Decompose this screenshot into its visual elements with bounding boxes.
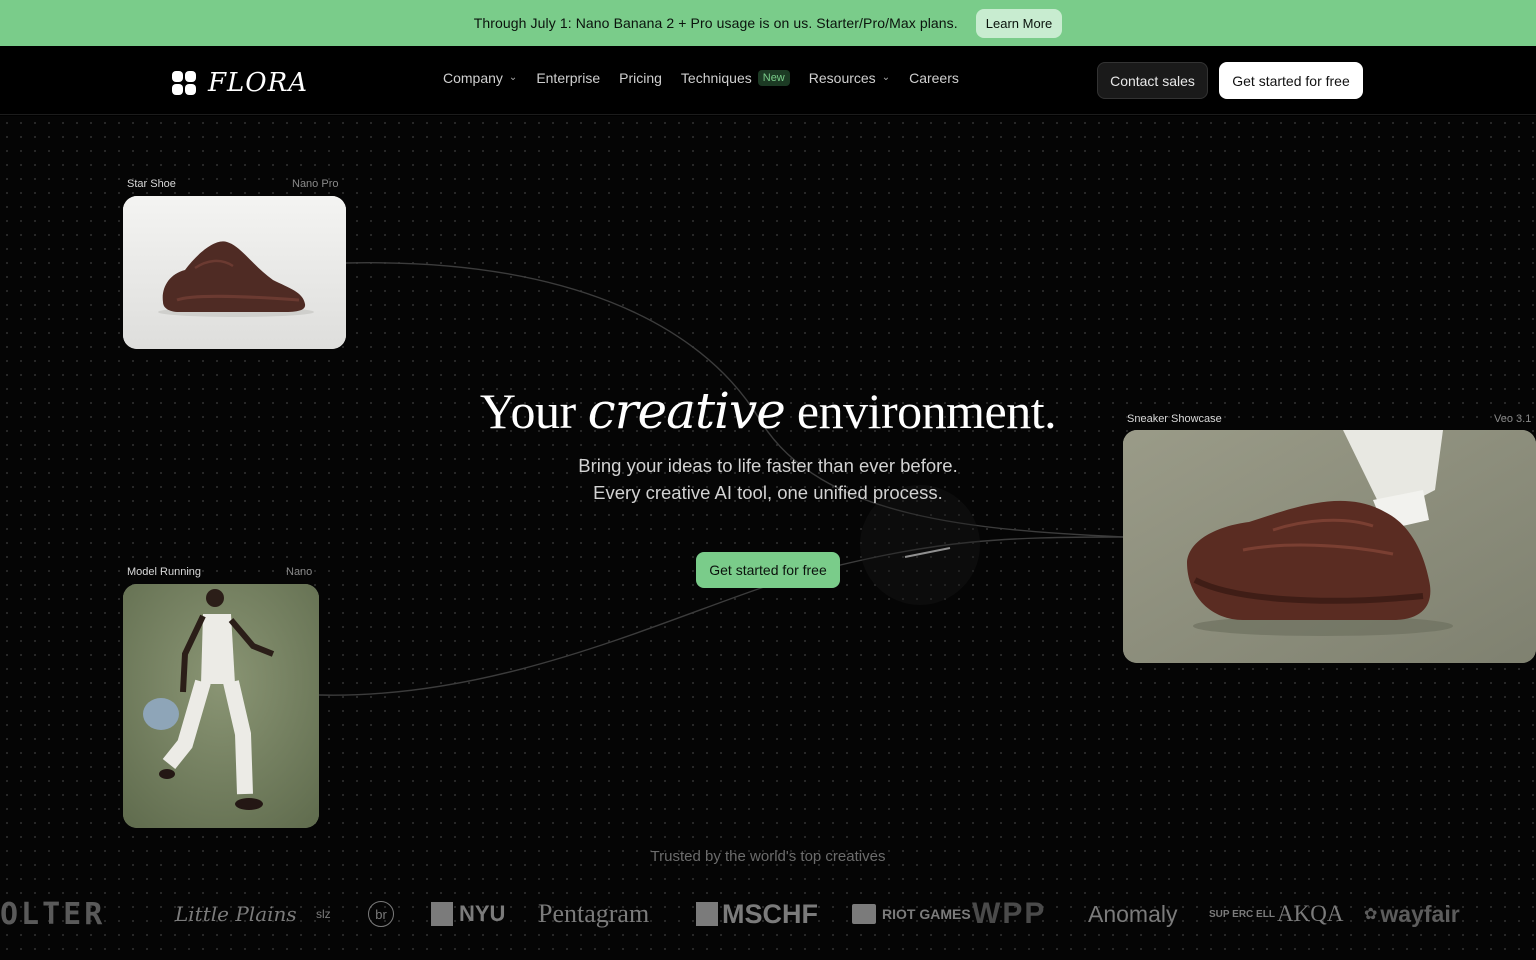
nav-pricing[interactable]: Pricing (619, 70, 662, 86)
star-shoe-model: Nano Pro (292, 178, 339, 190)
nav-techniques-label: Techniques (680, 70, 752, 86)
star-shoe-node[interactable] (123, 196, 346, 349)
hero-title-after: environment. (796, 383, 1057, 439)
logo-supercell: SUP ERC ELL (1209, 908, 1275, 920)
logo-nyu: NYU (431, 893, 505, 935)
logo-wpp: WPP (972, 897, 1047, 930)
hero-title-italic: creative (587, 382, 786, 440)
nav-links: Company ⌄ Enterprise Pricing Techniques … (443, 70, 959, 86)
get-started-nav-button[interactable]: Get started for free (1219, 62, 1363, 99)
wayfair-pinwheel-icon: ✿ (1364, 906, 1378, 923)
riot-fist-icon (852, 904, 876, 924)
model-running-model: Nano (286, 566, 313, 578)
logo-nyu-text: NYU (459, 901, 506, 926)
star-shoe-label: Star Shoe (127, 178, 176, 190)
nyu-torch-icon (431, 902, 453, 926)
logo-little-plains: Little Plains (175, 902, 297, 926)
logo-mschf-text: MSCHF (722, 898, 818, 929)
logo-bolter: OLTER (0, 896, 106, 932)
brand-logo[interactable]: FLORA (172, 68, 308, 98)
nav-company[interactable]: Company ⌄ (443, 70, 517, 86)
logo-pentagram: Pentagram (538, 899, 650, 928)
nav-careers[interactable]: Careers (909, 70, 959, 86)
logo-wayfair-text: wayfair (1380, 900, 1460, 927)
chevron-down-icon: ⌄ (881, 71, 891, 83)
runner-image (123, 584, 319, 828)
hero-title-before: Your (479, 383, 576, 439)
contact-sales-button[interactable]: Contact sales (1097, 62, 1208, 99)
nav-pricing-label: Pricing (619, 70, 662, 86)
hero-title: Your creative environment. (0, 382, 1536, 440)
hero-subtitle-line1: Bring your ideas to life faster than eve… (578, 455, 958, 476)
model-running-node[interactable] (123, 584, 319, 828)
nav-enterprise-label: Enterprise (536, 70, 601, 86)
banner-text: Through July 1: Nano Banana 2 + Pro usag… (473, 15, 958, 31)
nav-resources-label: Resources (808, 70, 876, 86)
logo-mschf: MSCHF (696, 893, 818, 935)
nav-resources[interactable]: Resources ⌄ (809, 70, 890, 86)
brand-wordmark: FLORA (208, 68, 308, 98)
trusted-heading: Trusted by the world's top creatives (650, 848, 886, 865)
nav-enterprise[interactable]: Enterprise (536, 70, 600, 86)
mschf-mark-icon (696, 902, 718, 926)
logo-riot-games-text: RIOT GAMES (882, 906, 971, 922)
new-badge: New (757, 70, 790, 86)
logo-wayfair: ✿ wayfair (1364, 893, 1460, 935)
announcement-banner: Through July 1: Nano Banana 2 + Pro usag… (0, 0, 1536, 46)
nav-careers-label: Careers (909, 70, 959, 86)
shoe-image (123, 196, 346, 349)
model-running-label: Model Running (127, 566, 201, 578)
client-logos: OLTER Little Plains slz br NYU Pentagram… (0, 893, 1536, 935)
nav-techniques[interactable]: Techniques New (681, 70, 790, 86)
top-nav: FLORA Company ⌄ Enterprise Pricing Techn… (0, 46, 1536, 115)
nav-company-label: Company (443, 70, 503, 86)
hero-subtitle-line2: Every creative AI tool, one unified proc… (593, 482, 943, 503)
logo-anomaly: Anomaly (1088, 900, 1178, 927)
learn-more-button[interactable]: Learn More (975, 8, 1063, 38)
hero-get-started-button[interactable]: Get started for free (696, 552, 840, 588)
logo-akqa: AKQA (1277, 901, 1344, 926)
flora-logo-icon (172, 71, 196, 95)
logo-slz: slz (316, 907, 331, 921)
logo-br: br (368, 893, 394, 935)
chevron-down-icon: ⌄ (508, 71, 518, 83)
logo-riot-games: RIOT GAMES (852, 893, 971, 935)
logo-br-text: br (368, 901, 394, 927)
